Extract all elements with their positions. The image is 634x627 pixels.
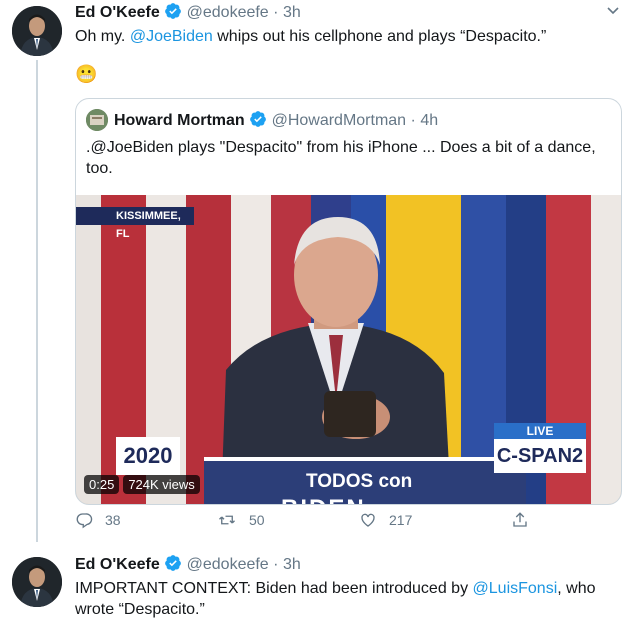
live-label: LIVE <box>494 423 586 439</box>
video-player[interactable]: KISSIMMEE, FL 2020 TODOS con BIDEN LIVE … <box>76 195 621 504</box>
tweet-text: Oh my. @JoeBiden whips out his cellphone… <box>75 26 615 47</box>
separator-dot: · <box>273 4 279 21</box>
avatar-image <box>12 557 62 607</box>
thread-connector <box>36 60 38 542</box>
c-span-2020-logo: 2020 <box>116 437 180 475</box>
quote-author-handle[interactable]: @HowardMortman <box>272 112 407 129</box>
retweet-icon <box>219 515 235 525</box>
channel-logo: C-SPAN2 <box>494 439 586 473</box>
separator-dot: · <box>273 556 279 573</box>
separator-dot: · <box>410 112 416 129</box>
mention-link[interactable]: @LuisFonsi <box>473 580 558 597</box>
quote-text: .@JoeBiden plays "Despacito" from his iP… <box>86 139 596 177</box>
share-button[interactable] <box>511 511 529 529</box>
grimacing-emoji: 😬 <box>75 64 98 84</box>
tweet-actions: 38 50 217 <box>75 511 535 535</box>
author-name[interactable]: Ed O'Keefe <box>75 556 160 573</box>
avatar-image <box>12 6 62 56</box>
author-handle[interactable]: @edokeefe <box>187 556 269 573</box>
verified-badge-icon <box>165 555 182 571</box>
podium-sign-text-2: BIDEN <box>281 495 366 504</box>
author-name[interactable]: Ed O'Keefe <box>75 4 160 21</box>
video-meta: 0:25 724K views <box>84 475 200 494</box>
author-handle[interactable]: @edokeefe <box>187 4 269 21</box>
podium-sign-text: TODOS con <box>306 471 413 492</box>
verified-badge-icon <box>250 111 266 127</box>
tweet-header: Ed O'Keefe @edokeefe · 3h <box>75 554 301 574</box>
video-view-count: 724K views <box>123 475 200 494</box>
quote-author-name[interactable]: Howard Mortman <box>114 112 245 129</box>
avatar[interactable] <box>12 557 62 607</box>
chevron-down-icon[interactable] <box>606 4 620 18</box>
tweet-text-prefix: IMPORTANT CONTEXT: Biden had been introd… <box>75 580 469 597</box>
avatar[interactable] <box>12 6 62 56</box>
quote-avatar[interactable] <box>86 109 108 131</box>
heart-icon <box>361 513 375 527</box>
tweet-text: IMPORTANT CONTEXT: Biden had been introd… <box>75 578 615 620</box>
reply-icon <box>76 513 93 529</box>
reply-count: 38 <box>105 512 121 528</box>
like-count: 217 <box>389 512 413 528</box>
retweet-button[interactable]: 50 <box>217 511 265 529</box>
reply-button[interactable]: 38 <box>75 511 121 529</box>
video-duration: 0:25 <box>84 475 120 494</box>
retweet-count: 50 <box>249 512 265 528</box>
quote-timestamp[interactable]: 4h <box>420 112 438 129</box>
tweet-text-suffix: whips out his cellphone and plays “Despa… <box>217 28 547 45</box>
tweet-text-prefix: Oh my. <box>75 28 126 45</box>
quote-header: Howard Mortman @HowardMortman · 4h <box>114 110 438 130</box>
tweet-header: Ed O'Keefe @edokeefe · 3h <box>75 2 301 22</box>
quote-avatar-image <box>86 109 108 131</box>
verified-badge-icon <box>165 3 182 19</box>
like-button[interactable]: 217 <box>359 511 412 529</box>
mention-link[interactable]: @JoeBiden <box>130 28 213 45</box>
location-lower-third: KISSIMMEE, FL <box>76 207 194 240</box>
share-icon <box>513 512 527 527</box>
timestamp[interactable]: 3h <box>283 556 301 573</box>
timestamp[interactable]: 3h <box>283 4 301 21</box>
quoted-tweet-card[interactable]: Howard Mortman @HowardMortman · 4h .@Joe… <box>75 98 622 505</box>
